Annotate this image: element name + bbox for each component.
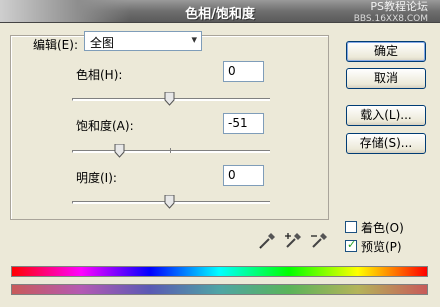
watermark: PS教程论坛 BBS.16XX8.COM [354, 1, 428, 25]
hue-label: 色相(H): [76, 68, 123, 82]
edit-select-value: 全图 [90, 36, 115, 50]
lightness-label: 明度(I): [76, 171, 117, 185]
output-color-spectrum [11, 284, 428, 295]
saturation-input[interactable]: -51 [223, 113, 264, 134]
edit-select[interactable]: 全图 ▾ [84, 31, 202, 51]
cancel-button[interactable]: 取消 [346, 68, 426, 89]
hue-input[interactable]: 0 [223, 61, 264, 82]
colorize-checkbox-box[interactable] [345, 221, 357, 233]
save-button[interactable]: 存储(S)... [346, 133, 426, 154]
saturation-center-tick [170, 148, 171, 153]
eyedropper-minus-icon[interactable] [310, 230, 330, 250]
saturation-slider-thumb[interactable] [114, 144, 125, 158]
preview-checkbox-box[interactable]: ✓ [345, 238, 357, 252]
title-bar[interactable]: 色相/饱和度 PS教程论坛 BBS.16XX8.COM [0, 0, 440, 25]
eyedropper-plus-icon[interactable] [284, 230, 304, 250]
colorize-label: 着色(O) [361, 221, 404, 235]
watermark-line2: BBS.16XX8.COM [353, 14, 428, 24]
saturation-label: 饱和度(A): [76, 119, 134, 133]
ok-button[interactable]: 确定 [346, 41, 426, 62]
preview-label: 预览(P) [361, 240, 402, 254]
saturation-slider-track[interactable] [72, 150, 270, 153]
hue-slider-thumb[interactable] [164, 92, 175, 106]
adjustment-group [10, 35, 329, 220]
load-button[interactable]: 载入(L)... [346, 105, 426, 126]
chevron-down-icon: ▾ [191, 33, 197, 46]
watermark-line1: PS教程论坛 [370, 0, 428, 13]
eyedropper-icon[interactable] [258, 230, 278, 250]
input-color-spectrum [11, 266, 428, 277]
check-icon: ✓ [347, 238, 357, 251]
edit-label: 编辑(E): [33, 38, 78, 52]
lightness-slider-thumb[interactable] [164, 195, 175, 209]
lightness-input[interactable]: 0 [223, 165, 264, 186]
